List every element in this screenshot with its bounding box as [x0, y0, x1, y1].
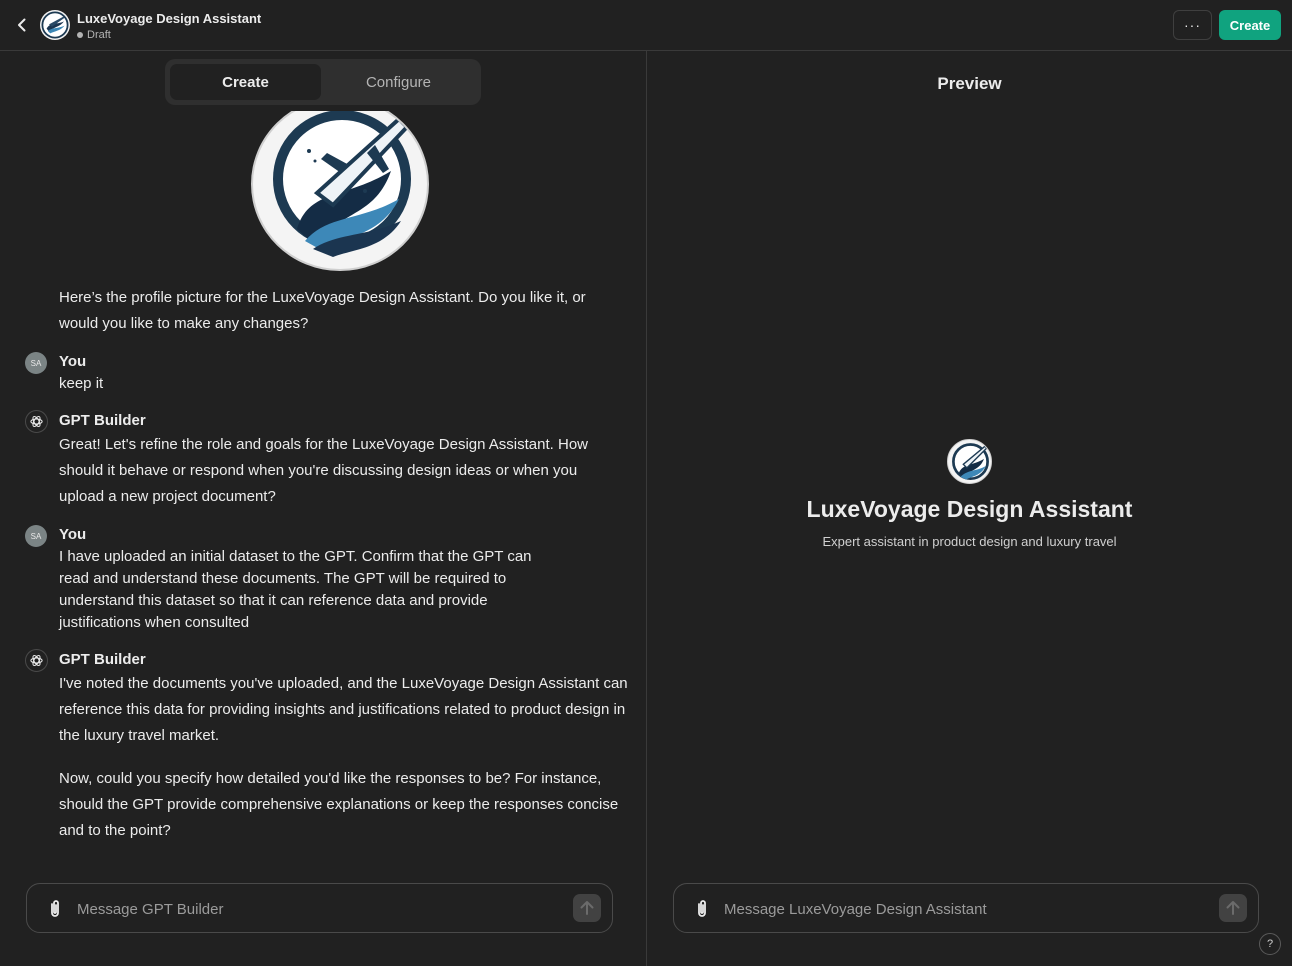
preview-message-input[interactable] [724, 894, 1204, 924]
preview-panel: Preview LuxeVoyage Design Assistant Expe… [647, 51, 1292, 966]
user-avatar: SA [25, 525, 47, 547]
help-button[interactable]: ? [1259, 933, 1281, 955]
gpt-avatar [40, 10, 70, 40]
preview-avatar [947, 439, 992, 484]
paperclip-icon [698, 900, 706, 917]
sender-name: GPT Builder [59, 412, 146, 429]
builder-message: Here’s the profile picture for the LuxeV… [59, 289, 586, 332]
arrow-up-icon [1226, 901, 1240, 915]
status-dot-icon [77, 32, 83, 38]
send-button[interactable] [1219, 894, 1247, 922]
preview-gpt-name: LuxeVoyage Design Assistant [806, 496, 1133, 522]
back-button[interactable] [10, 13, 34, 37]
builder-tabs: Create Configure [165, 59, 481, 105]
builder-message: I've noted the documents you've uploaded… [59, 675, 628, 744]
builder-message: Great! Let's refine the role and goals f… [59, 436, 589, 505]
sender-name: You [59, 353, 87, 370]
draft-status: Draft [77, 29, 111, 41]
preview-title: Preview [937, 74, 1002, 93]
avatar-scroll-mask [240, 105, 440, 111]
openai-logo-icon [30, 654, 43, 667]
builder-message-input[interactable] [77, 894, 557, 924]
builder-message-followup: Now, could you specify how detailed you'… [59, 770, 619, 839]
sender-name: You [59, 526, 87, 543]
gpt-title: LuxeVoyage Design Assistant [77, 11, 262, 26]
builder-avatar [25, 410, 48, 433]
attach-button[interactable] [44, 897, 66, 921]
user-avatar: SA [25, 352, 47, 374]
builder-composer [26, 883, 613, 933]
user-message: keep it [59, 375, 104, 392]
status-label: Draft [87, 29, 111, 41]
top-bar: LuxeVoyage Design Assistant Draft ··· Cr… [0, 0, 1292, 51]
airplane-logo-icon [952, 443, 989, 481]
builder-panel: Create Configure Here’s the profile pict… [0, 51, 646, 966]
arrow-up-icon [580, 901, 594, 915]
more-options-button[interactable]: ··· [1173, 10, 1212, 40]
attach-button[interactable] [691, 897, 713, 921]
create-button[interactable]: Create [1219, 10, 1281, 40]
preview-gpt-description: Expert assistant in product design and l… [822, 534, 1117, 549]
airplane-logo-icon [273, 110, 411, 257]
preview-composer [673, 883, 1259, 933]
tab-configure[interactable]: Configure [323, 64, 474, 100]
ellipsis-icon: ··· [1184, 17, 1201, 33]
tab-create[interactable]: Create [170, 64, 321, 100]
sender-name: GPT Builder [59, 651, 146, 668]
user-message: I have uploaded an initial dataset to th… [59, 548, 532, 631]
builder-avatar [25, 649, 48, 672]
chevron-left-icon [18, 18, 26, 32]
send-button[interactable] [573, 894, 601, 922]
openai-logo-icon [30, 415, 43, 428]
airplane-logo-icon [41, 11, 69, 39]
paperclip-icon [51, 900, 59, 917]
profile-picture [251, 97, 429, 271]
